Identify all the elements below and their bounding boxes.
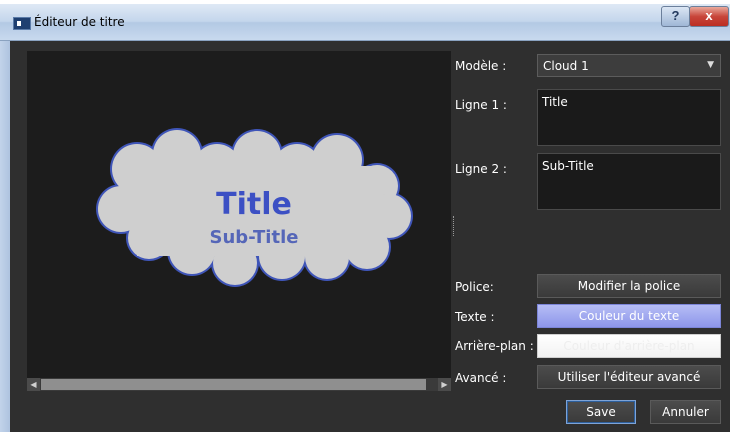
- preview-title-text: Title: [216, 187, 292, 222]
- preview-horizontal-scrollbar[interactable]: ◀ ▶: [27, 378, 451, 391]
- font-label: Police:: [455, 280, 494, 294]
- line2-label: Ligne 2 :: [455, 162, 507, 176]
- title-editor-window: Éditeur de titre ? x Title Sub-Title ◀ ▶…: [0, 4, 730, 432]
- window-title: Éditeur de titre: [34, 15, 125, 29]
- text-color-button[interactable]: Couleur du texte: [537, 304, 721, 328]
- splitter-handle[interactable]: [453, 216, 457, 236]
- model-dropdown[interactable]: Cloud 1 ▼: [537, 54, 721, 77]
- advanced-editor-button[interactable]: Utiliser l'éditeur avancé: [537, 365, 721, 389]
- line1-label: Ligne 1 :: [455, 98, 507, 112]
- scroll-left-arrow-icon[interactable]: ◀: [27, 378, 40, 391]
- modify-font-button[interactable]: Modifier la police: [537, 274, 721, 298]
- background-color-button[interactable]: Couleur d'arrière-plan: [537, 334, 721, 358]
- title-bar[interactable]: Éditeur de titre ? x: [0, 4, 730, 41]
- background-label: Arrière-plan :: [455, 339, 534, 353]
- cancel-button[interactable]: Annuler: [650, 400, 721, 424]
- cloud-preview: Title Sub-Title: [96, 128, 413, 287]
- preview-subtitle-text: Sub-Title: [210, 227, 299, 248]
- window-frame: [0, 41, 10, 432]
- advanced-label: Avancé :: [455, 371, 507, 385]
- title-preview: Title Sub-Title: [27, 51, 451, 378]
- text-color-label: Texte :: [455, 310, 495, 324]
- help-button[interactable]: ?: [661, 6, 690, 27]
- model-label: Modèle :: [455, 59, 507, 73]
- model-selected-value: Cloud 1: [543, 59, 589, 73]
- scrollbar-thumb[interactable]: [41, 379, 426, 390]
- scroll-right-arrow-icon[interactable]: ▶: [438, 378, 451, 391]
- line2-value: Sub-Title: [542, 159, 594, 173]
- line2-input[interactable]: Sub-Title: [537, 153, 721, 210]
- save-button[interactable]: Save: [566, 400, 636, 424]
- close-button[interactable]: x: [689, 6, 729, 27]
- line1-value: Title: [542, 95, 568, 109]
- dialog-body: Title Sub-Title ◀ ▶ Modèle : Cloud 1 ▼ L…: [10, 41, 730, 432]
- chevron-down-icon: ▼: [707, 60, 714, 70]
- line1-input[interactable]: Title: [537, 89, 721, 146]
- app-icon: [13, 17, 31, 30]
